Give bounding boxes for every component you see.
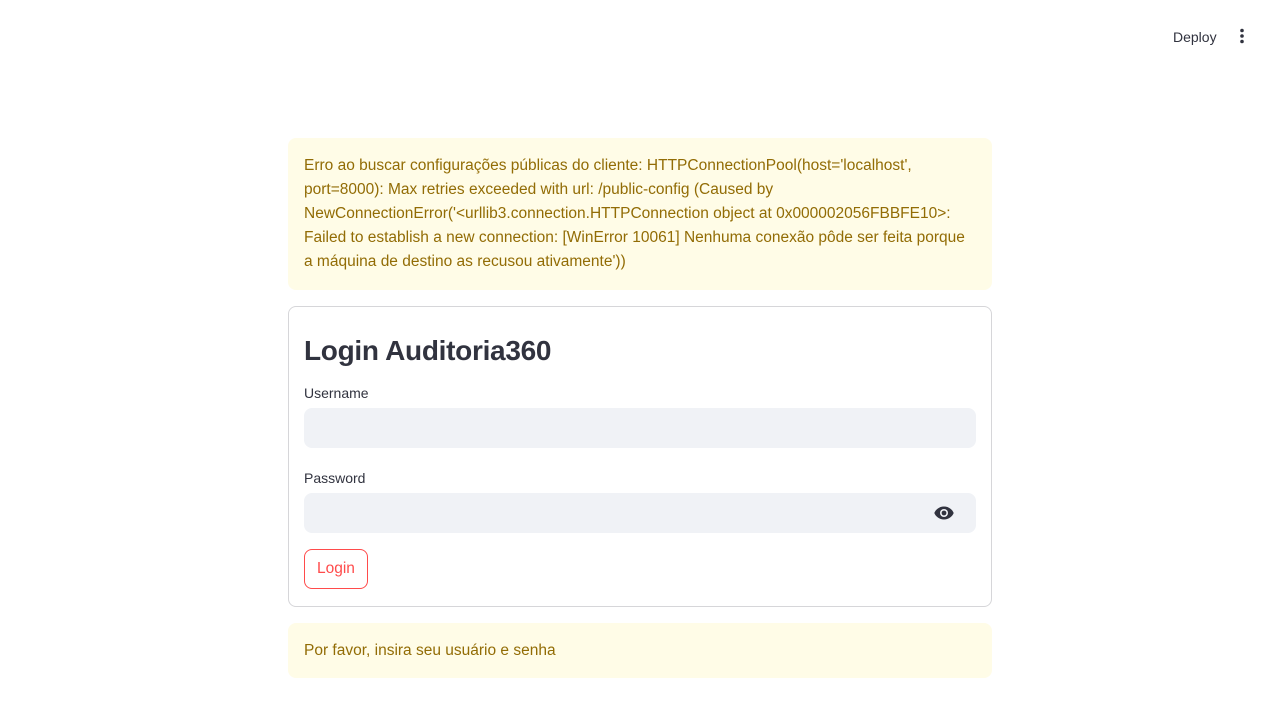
login-button[interactable]: Login xyxy=(304,549,368,589)
show-password-button[interactable] xyxy=(934,503,954,523)
username-input[interactable] xyxy=(304,408,976,448)
main-content: Erro ao buscar configurações públicas do… xyxy=(288,138,992,678)
password-label: Password xyxy=(304,470,366,486)
config-error-text: Erro ao buscar configurações públicas do… xyxy=(304,157,965,270)
eye-icon xyxy=(934,506,954,520)
credentials-hint-alert: Por favor, insira seu usuário e senha xyxy=(288,623,992,678)
deploy-button[interactable]: Deploy xyxy=(1163,25,1227,49)
password-field-wrapper xyxy=(304,493,976,533)
form-title: Login Auditoria360 xyxy=(304,335,552,366)
login-form: Login Auditoria360 Username Password Log… xyxy=(288,306,992,607)
username-field-wrapper xyxy=(304,408,976,448)
main-menu-button[interactable] xyxy=(1230,24,1254,48)
config-error-alert: Erro ao buscar configurações públicas do… xyxy=(288,138,992,290)
vertical-dots-icon xyxy=(1240,28,1244,44)
username-label: Username xyxy=(304,385,369,401)
app-header: Deploy xyxy=(0,0,1280,72)
password-input[interactable] xyxy=(304,493,976,533)
credentials-hint-text: Por favor, insira seu usuário e senha xyxy=(304,642,556,659)
